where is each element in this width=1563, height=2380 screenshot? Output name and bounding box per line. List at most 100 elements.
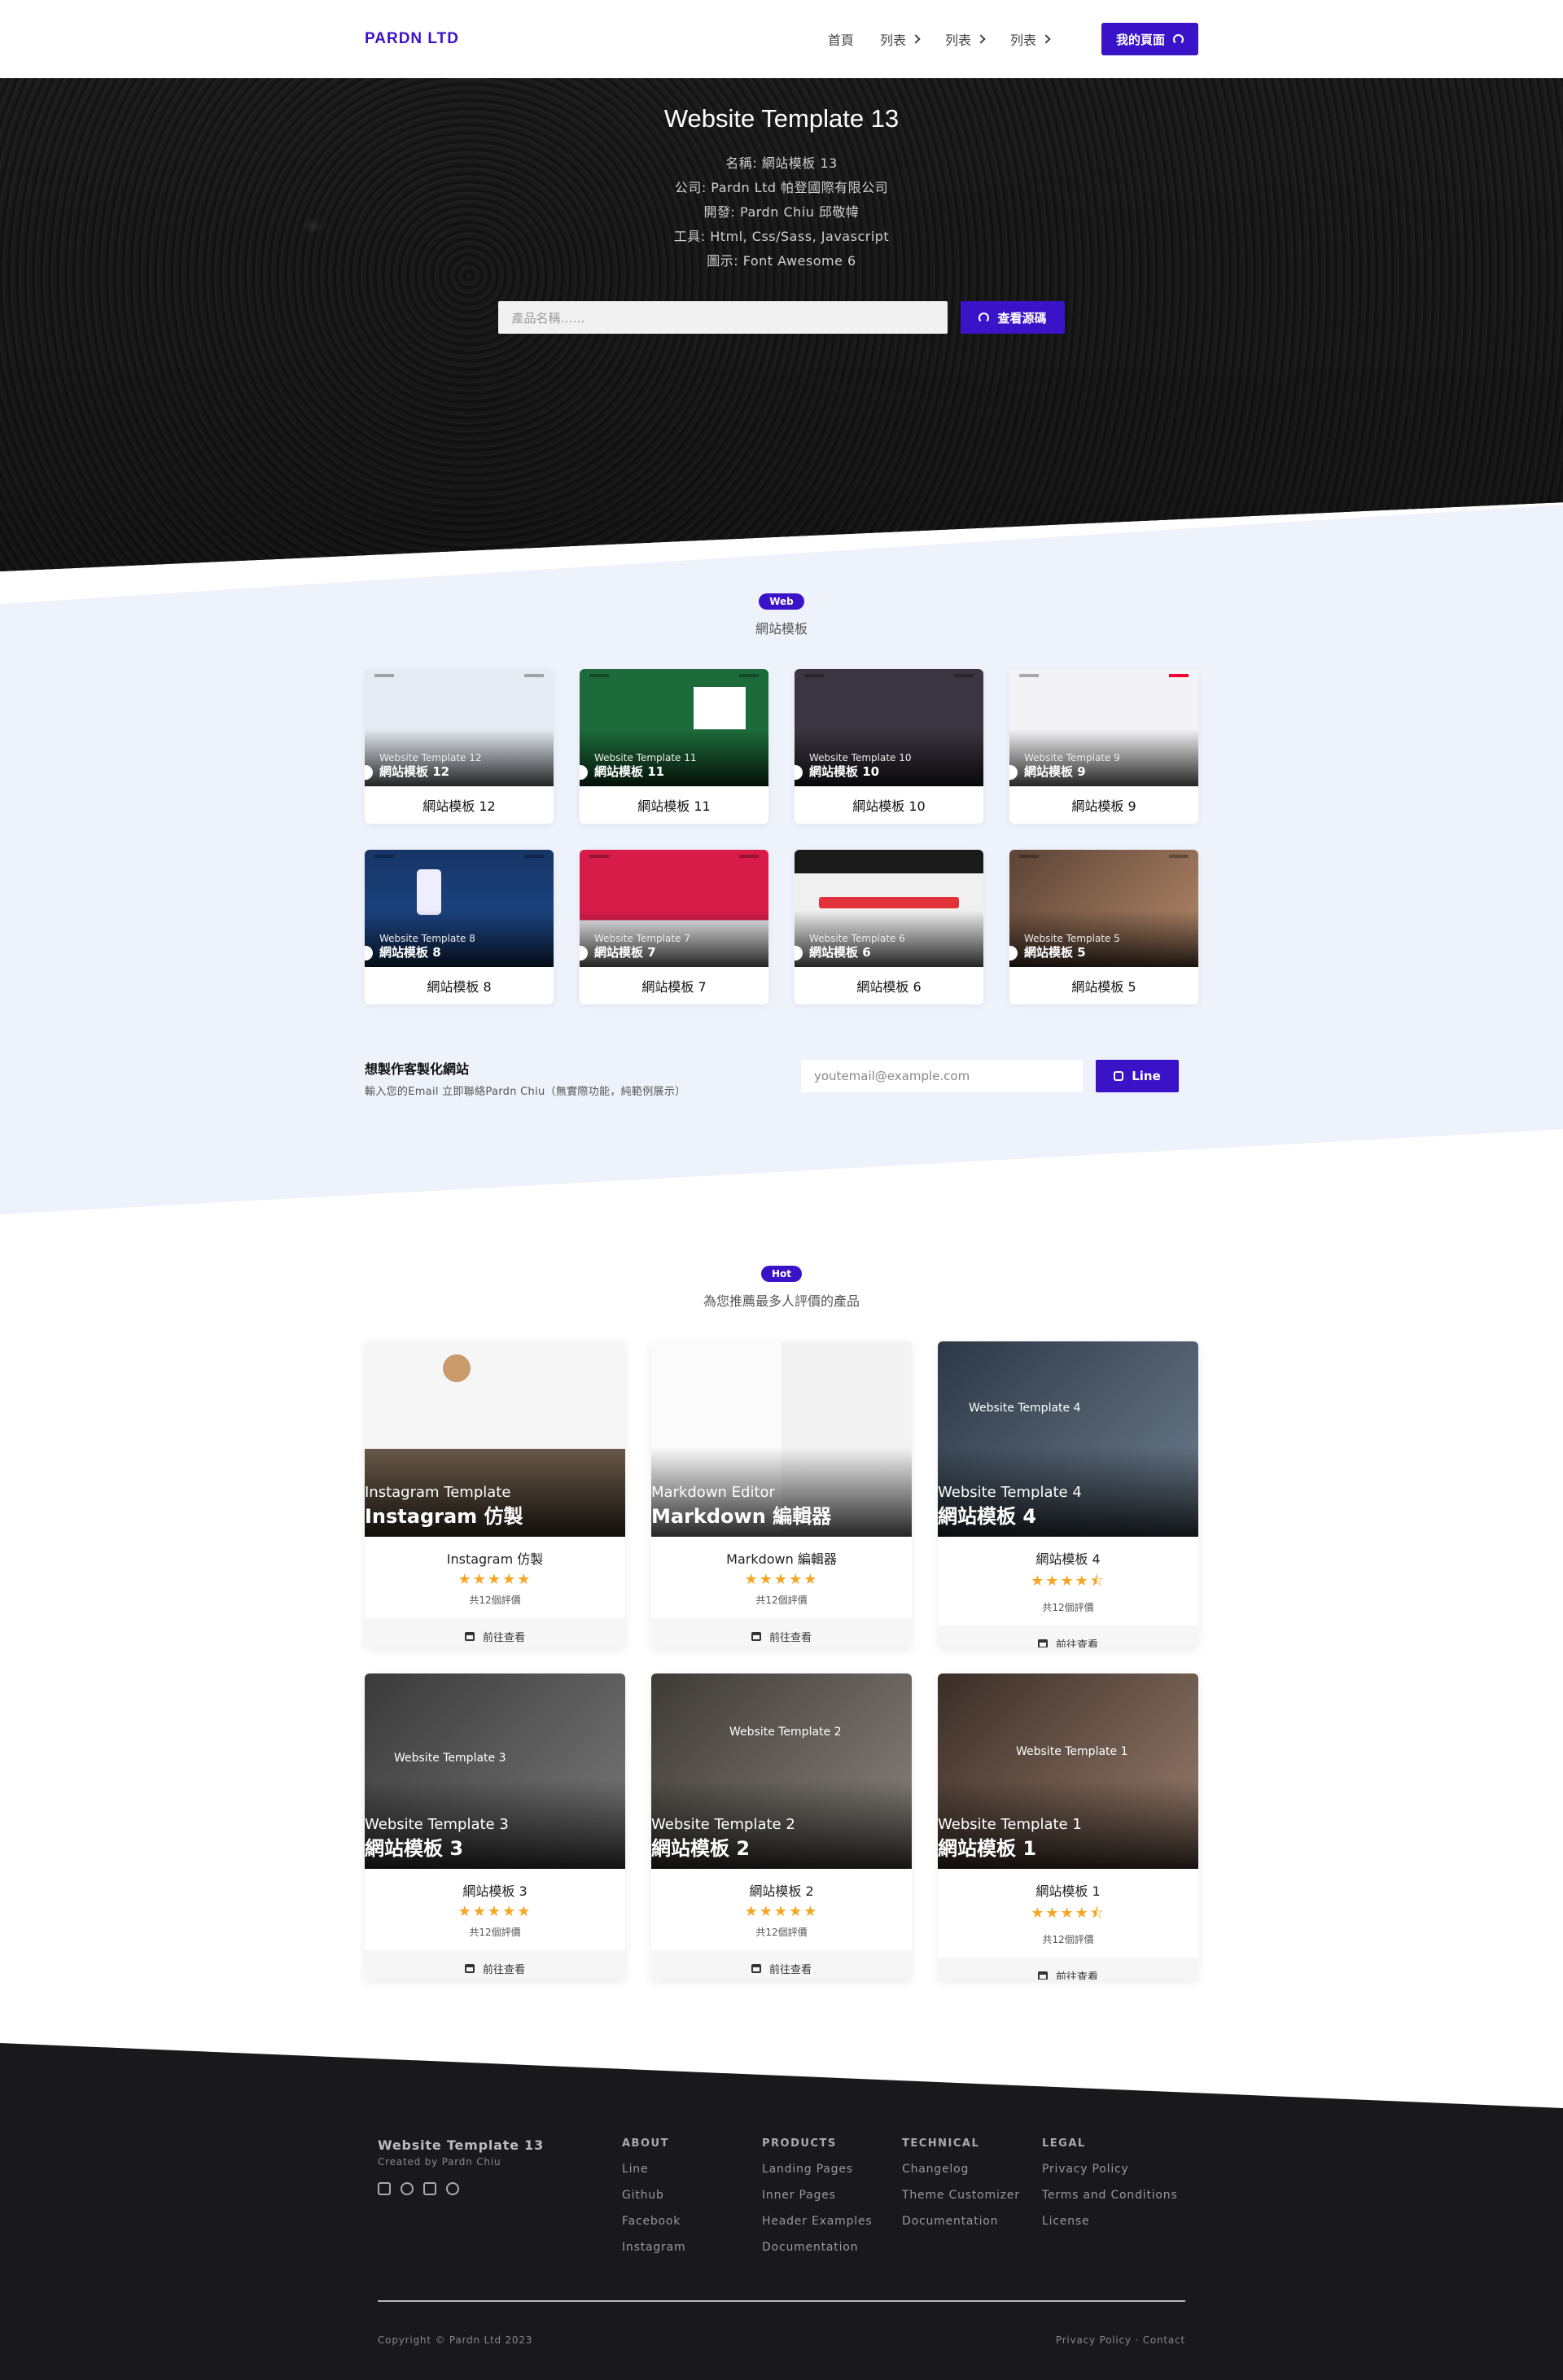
view-product-button[interactable]: 前往查看 xyxy=(651,1950,912,1980)
thumbnail-subtitle: Website Template 10 xyxy=(809,752,912,763)
thumbnail-subtitle: Website Template 2 xyxy=(651,1816,795,1833)
footer-link[interactable]: Terms and Conditions xyxy=(1042,2189,1178,2202)
review-count: 共12個評價 xyxy=(755,1595,808,1606)
store-icon xyxy=(464,1631,475,1641)
footer-link[interactable]: Documentation xyxy=(762,2241,872,2254)
rating-stars: ★★★★★ xyxy=(458,1571,532,1588)
view-source-button[interactable]: 查看源碼 xyxy=(961,301,1065,334)
thumbnail-title: 網站模板 4 xyxy=(938,1505,1037,1528)
view-product-label: 前往查看 xyxy=(482,1631,525,1644)
thumbnail-title: 網站模板 10 xyxy=(809,764,880,779)
footer-link[interactable]: Changelog xyxy=(902,2163,1020,2176)
store-icon xyxy=(751,1631,761,1641)
hero-info-line: 開發: Pardn Chiu 邱敬幃 xyxy=(703,204,860,220)
web-template-label: 網站模板 9 xyxy=(1071,798,1136,814)
web-template-card[interactable]: Website Template 9 網站模板 9 網站模板 9 xyxy=(1009,669,1198,824)
web-template-card[interactable]: Website Template 6 網站模板 6 網站模板 6 xyxy=(795,850,983,1004)
hot-badge: Hot xyxy=(760,1266,803,1282)
web-template-label: 網站模板 5 xyxy=(1071,979,1136,995)
email-field[interactable]: youtemail@example.com xyxy=(801,1060,1083,1092)
chevron-right-icon xyxy=(976,34,986,44)
product-name: 網站模板 1 xyxy=(1035,1883,1101,1899)
footer-link[interactable]: Line xyxy=(622,2163,685,2176)
footer-link[interactable]: Inner Pages xyxy=(762,2189,872,2202)
thumbnail-inner-title: Website Template 2 xyxy=(729,1726,842,1739)
footer-link[interactable]: Privacy Policy xyxy=(1042,2163,1178,2176)
footer-link[interactable]: Documentation xyxy=(902,2215,1020,2228)
footer-link[interactable]: Theme Customizer xyxy=(902,2189,1020,2202)
footer-brand: Website Template 13 xyxy=(378,2137,545,2153)
web-template-label: 網站模板 7 xyxy=(641,979,707,995)
footer-copyright: Copyright © Pardn Ltd 2023 xyxy=(378,2334,533,2346)
thumbnail-subtitle: Website Template 7 xyxy=(594,933,690,944)
nav-item-label: 列表 xyxy=(944,33,971,48)
thumbnail-title: 網站模板 7 xyxy=(594,945,656,960)
web-template-card[interactable]: Website Template 12 網站模板 12 網站模板 12 xyxy=(365,669,554,824)
rating-stars: ★★★★⯪ xyxy=(1031,1573,1105,1590)
product-thumbnail: Website Template 2 Website Template 2 網站… xyxy=(651,1673,912,1869)
product-card[interactable]: Website Template 2 Website Template 2 網站… xyxy=(651,1673,912,1980)
hero-info-line: 公司: Pardn Ltd 帕登國際有限公司 xyxy=(674,180,889,195)
footer-link[interactable]: License xyxy=(1042,2215,1178,2228)
product-card[interactable]: Website Template 4 Website Template 4 網站… xyxy=(938,1341,1198,1647)
rating-stars: ★★★★★ xyxy=(744,1571,819,1588)
footer-link[interactable]: Header Examples xyxy=(762,2215,872,2228)
hero-title: Website Template 13 xyxy=(663,104,900,133)
view-product-button[interactable]: 前往查看 xyxy=(651,1618,912,1647)
view-product-button[interactable]: 前往查看 xyxy=(938,1625,1198,1647)
nav-item-list-3[interactable]: 列表 xyxy=(1009,29,1051,49)
web-template-card[interactable]: Website Template 10 網站模板 10 網站模板 10 xyxy=(795,669,983,824)
view-product-button[interactable]: 前往查看 xyxy=(365,1950,625,1980)
top-navbar: PARDN LTD 首頁 列表 列表 列表 我的頁面 xyxy=(0,0,1563,78)
footer-link[interactable]: Landing Pages xyxy=(762,2163,872,2176)
nav-item-home[interactable]: 首頁 xyxy=(828,29,854,49)
footer-column-products: PRODUCTS Landing Pages Inner Pages Heade… xyxy=(762,2137,872,2254)
nav-item-list-1[interactable]: 列表 xyxy=(880,29,921,49)
thumbnail-title: 網站模板 2 xyxy=(651,1837,751,1860)
thumbnail-inner-title: Website Template 4 xyxy=(969,1402,1081,1415)
github-icon[interactable] xyxy=(401,2182,414,2195)
line-icon[interactable] xyxy=(378,2182,391,2195)
product-card[interactable]: Instagram Template Instagram 仿製 Instagra… xyxy=(365,1341,625,1647)
hero-search-form: 產品名稱…… 查看源碼 xyxy=(0,301,1563,334)
product-search-input[interactable]: 產品名稱…… xyxy=(498,301,948,334)
hero-info-line: 工具: Html, Css/Sass, Javascript xyxy=(673,229,890,244)
instagram-icon[interactable] xyxy=(423,2182,436,2195)
footer-brand-block: Website Template 13 Created by Pardn Chi… xyxy=(378,2137,544,2195)
product-card[interactable]: Website Template 1 Website Template 1 網站… xyxy=(938,1673,1198,1980)
github-icon xyxy=(1173,33,1184,45)
thumbnail-title: 網站模板 5 xyxy=(1024,945,1086,960)
thumbnail-inner-title: Website Template 3 xyxy=(394,1752,506,1765)
product-card[interactable]: Markdown Editor Markdown 編輯器 Markdown 編輯… xyxy=(651,1341,912,1647)
thumbnail-title: 網站模板 1 xyxy=(938,1837,1037,1860)
thumbnail-subtitle: Website Template 3 xyxy=(365,1816,509,1833)
my-page-button[interactable]: 我的頁面 xyxy=(1101,23,1198,55)
web-template-card[interactable]: Website Template 5 網站模板 5 網站模板 5 xyxy=(1009,850,1198,1004)
footer-bottom-links[interactable]: Privacy Policy · Contact xyxy=(1056,2334,1185,2346)
rating-stars: ★★★★★ xyxy=(458,1903,532,1920)
line-button[interactable]: Line xyxy=(1096,1060,1179,1092)
nav-item-label: 列表 xyxy=(1009,33,1036,48)
footer-column-title: TECHNICAL xyxy=(902,2137,980,2150)
web-template-card[interactable]: Website Template 11 網站模板 11 網站模板 11 xyxy=(580,669,768,824)
view-product-button[interactable]: 前往查看 xyxy=(938,1958,1198,1980)
web-section-subtitle: 網站模板 xyxy=(755,621,808,637)
thumbnail-title: 網站模板 3 xyxy=(365,1837,464,1860)
product-card[interactable]: Website Template 3 Website Template 3 網站… xyxy=(365,1673,625,1980)
footer-link[interactable]: Instagram xyxy=(622,2241,685,2254)
footer-link[interactable]: Github xyxy=(622,2189,685,2202)
view-product-button[interactable]: 前往查看 xyxy=(365,1618,625,1647)
web-template-card[interactable]: Website Template 7 網站模板 7 網站模板 7 xyxy=(580,850,768,1004)
chevron-right-icon xyxy=(1041,34,1051,44)
facebook-icon[interactable] xyxy=(446,2182,459,2195)
nav-item-list-2[interactable]: 列表 xyxy=(944,29,986,49)
product-thumbnail: Website Template 3 Website Template 3 網站… xyxy=(365,1673,625,1869)
view-source-label: 查看源碼 xyxy=(997,310,1047,326)
web-template-thumbnail: Website Template 6 網站模板 6 xyxy=(795,850,983,967)
footer-link[interactable]: Facebook xyxy=(622,2215,685,2228)
thumbnail-title: 網站模板 6 xyxy=(809,945,871,960)
web-template-card[interactable]: Website Template 8 網站模板 8 網站模板 8 xyxy=(365,850,554,1004)
rating-stars: ★★★★⯪ xyxy=(1031,1905,1105,1922)
store-icon xyxy=(751,1963,761,1973)
brand-logo[interactable]: PARDN LTD xyxy=(365,30,459,48)
